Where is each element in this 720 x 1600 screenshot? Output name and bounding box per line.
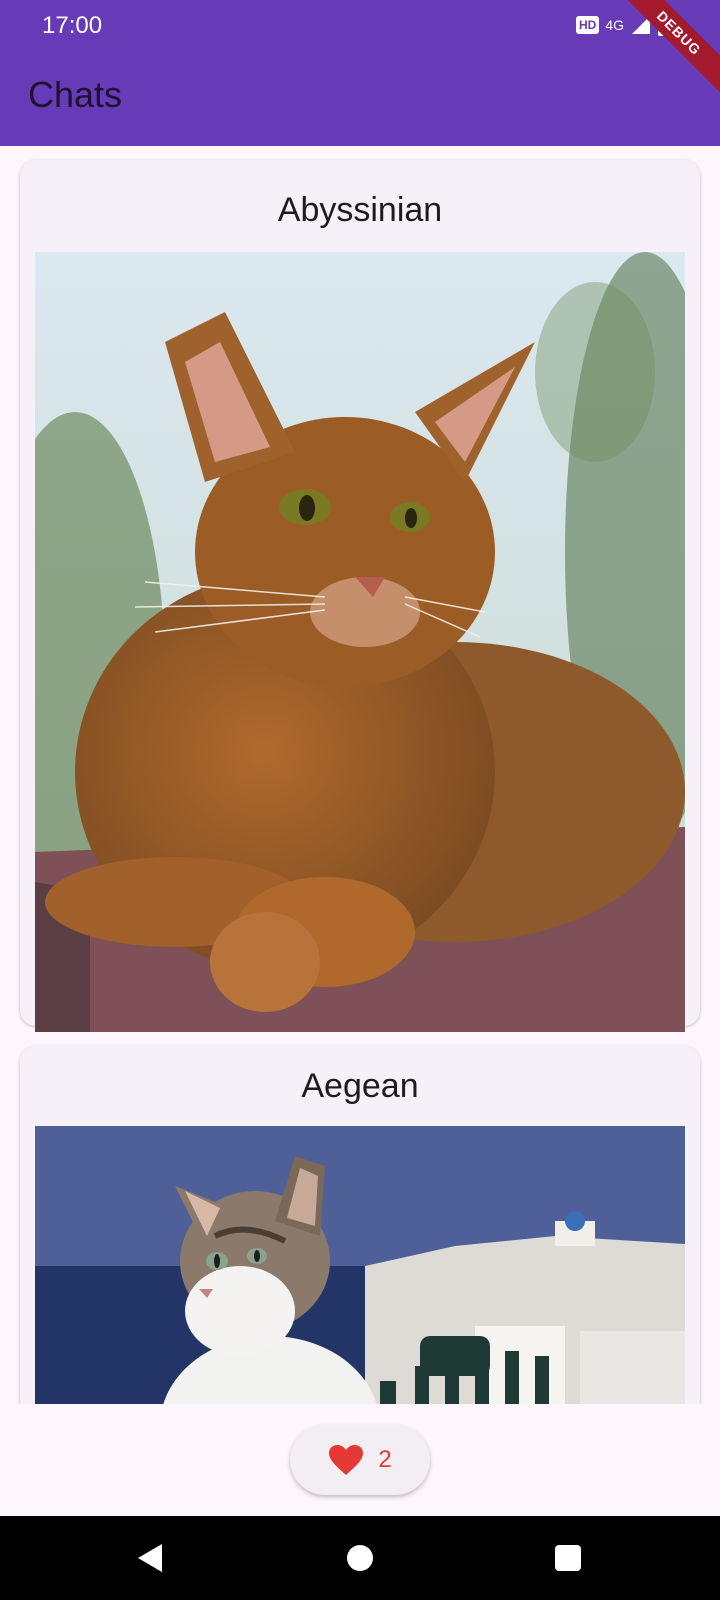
page-title: Chats [28, 74, 123, 115]
hd-badge: HD [575, 16, 600, 34]
favorites-count: 2 [378, 1446, 392, 1473]
aegean-cat-illustration [35, 1126, 685, 1404]
card-title: Abyssinian [277, 191, 443, 229]
card-title: Aegean [301, 1067, 419, 1105]
network-type: 4G [605, 17, 624, 33]
cat-list[interactable]: Abyssinian Aegean [0, 146, 720, 1404]
cat-card[interactable]: Abyssinian [20, 160, 700, 1032]
cat-card[interactable]: Aegean [20, 1046, 700, 1404]
abyssinian-cat-illustration [35, 252, 685, 1032]
recents-icon[interactable] [552, 1542, 584, 1574]
favorites-button[interactable]: 2 [290, 1425, 430, 1495]
cat-photo-aegean [35, 1126, 685, 1404]
home-icon[interactable] [344, 1542, 376, 1574]
back-icon[interactable] [134, 1542, 166, 1574]
app-bar: 17:00 HD 4G DEBUG Chats [0, 0, 720, 146]
cat-photo-abyssinian [35, 252, 685, 1032]
system-nav-bar [0, 1516, 720, 1600]
status-time: 17:00 [42, 12, 103, 39]
heart-icon [329, 1445, 364, 1475]
